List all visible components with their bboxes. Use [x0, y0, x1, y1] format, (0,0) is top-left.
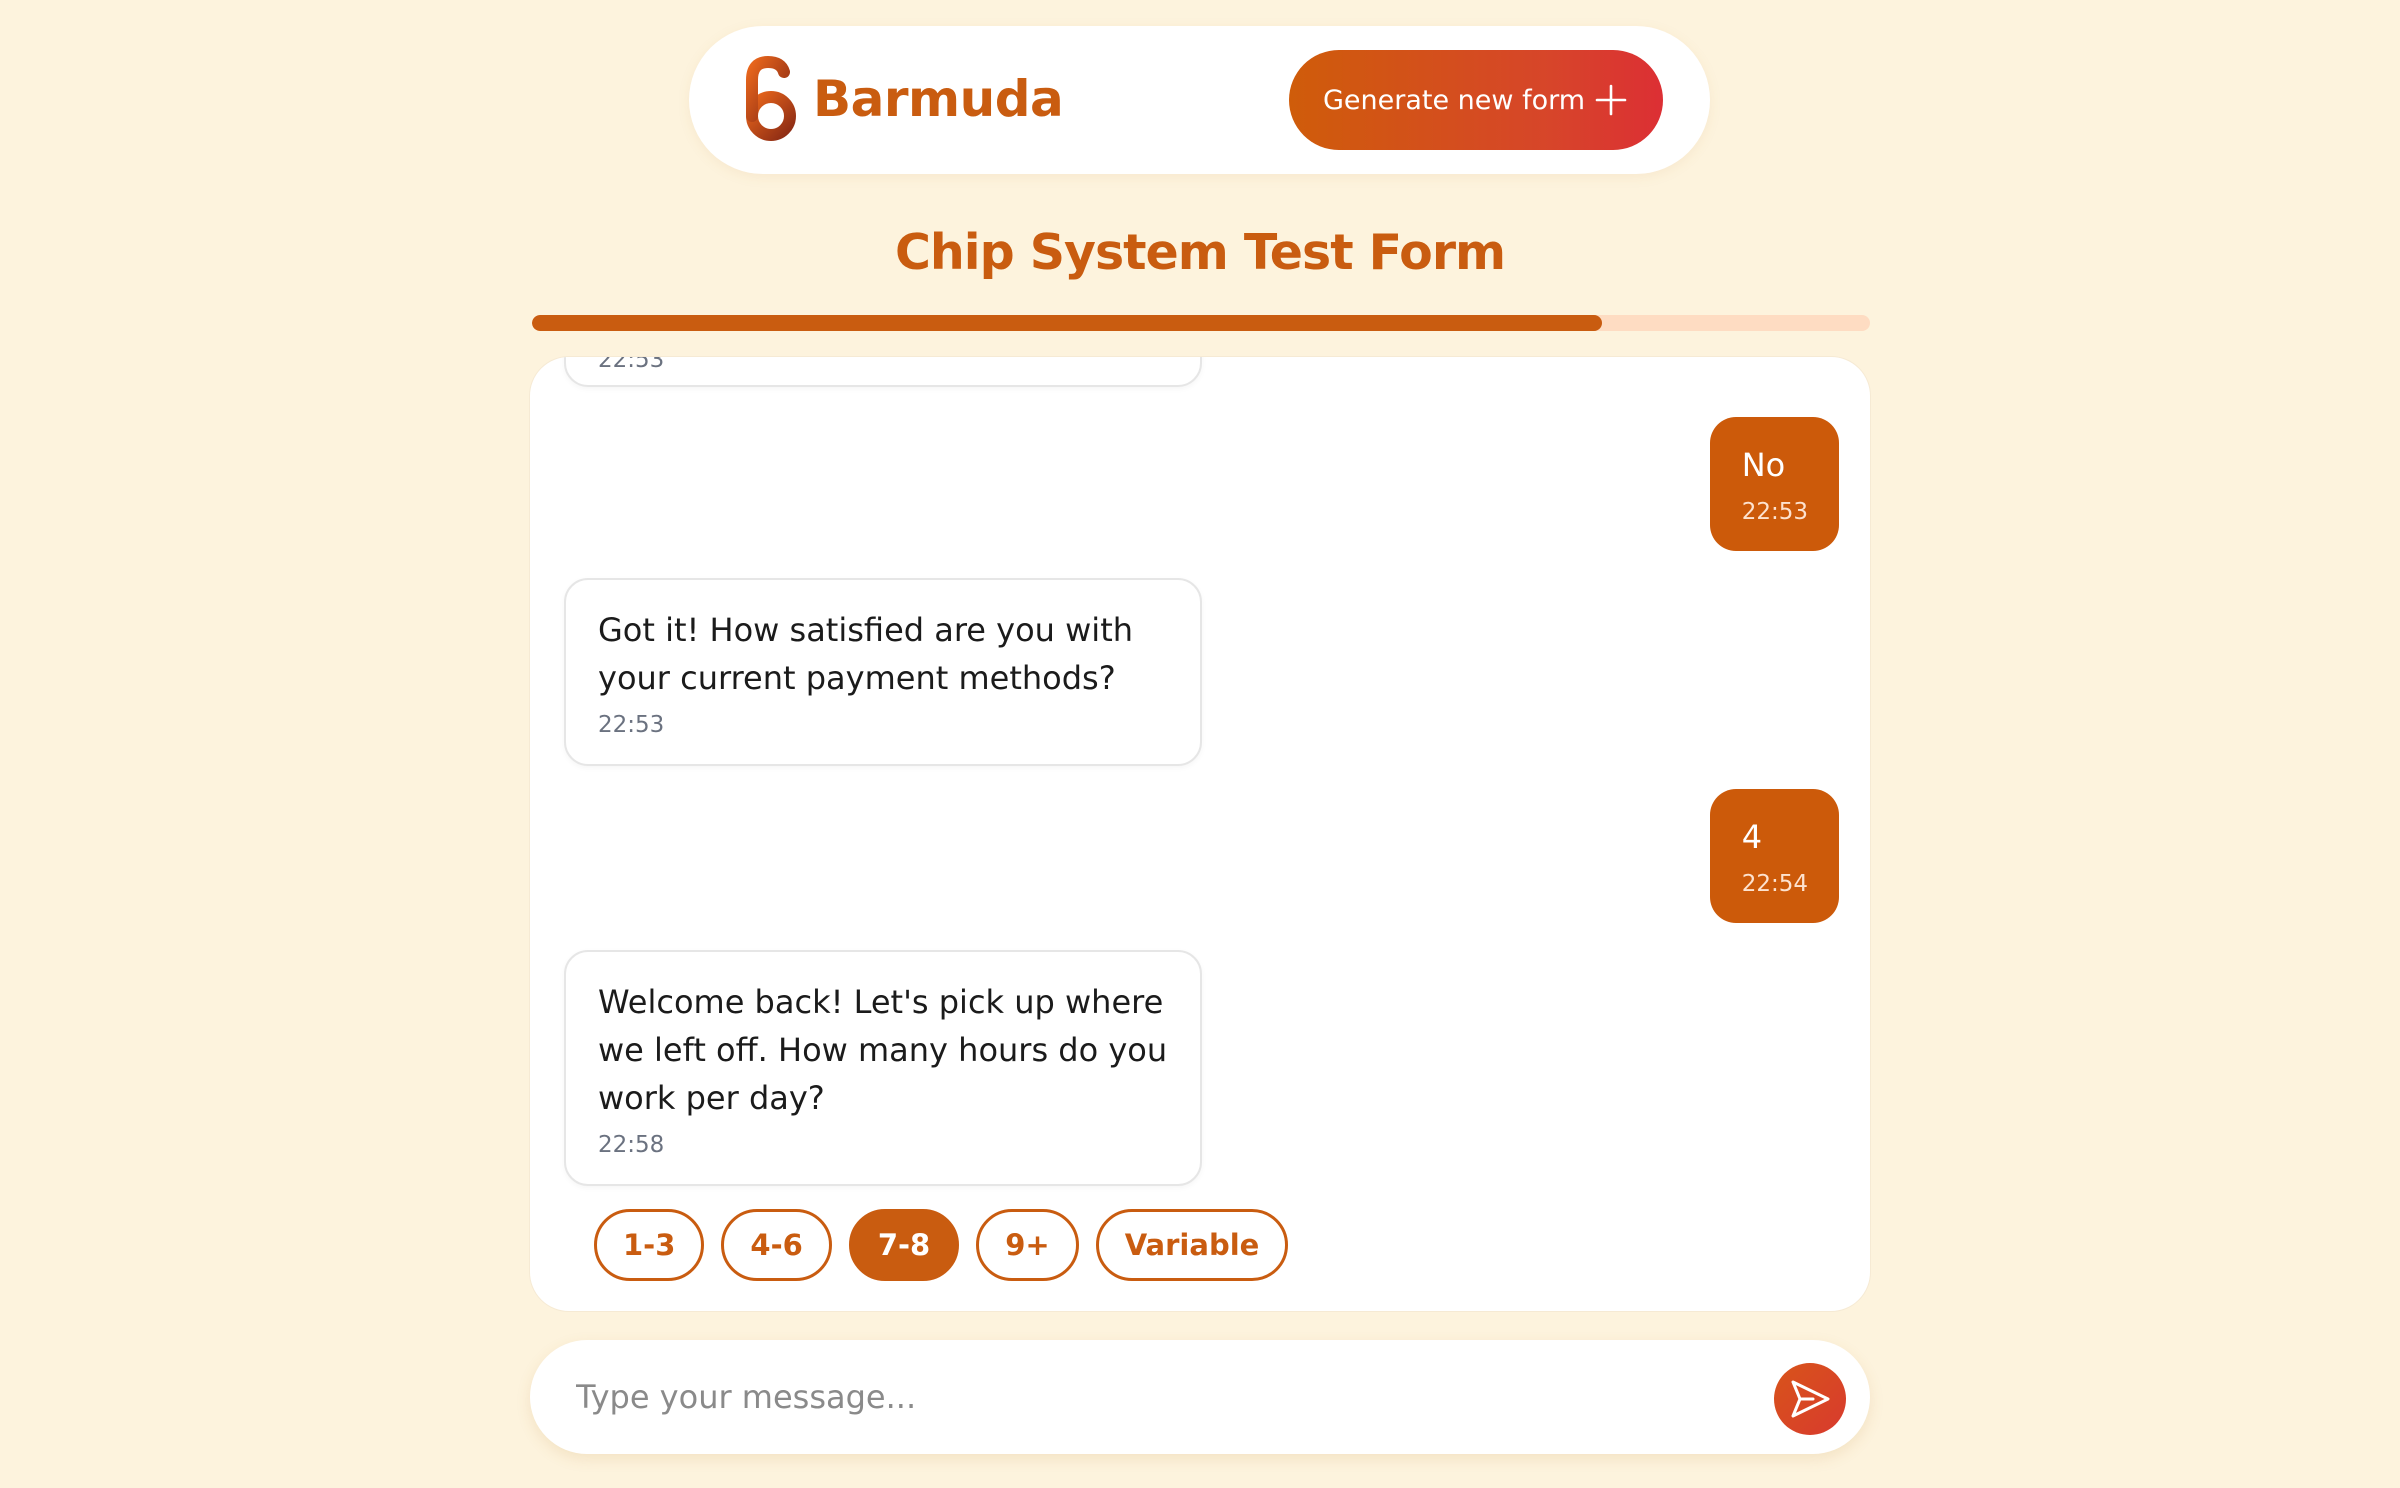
app-header: Barmuda Generate new form [689, 26, 1710, 174]
message-text: Welcome back! Let's pick up where we lef… [598, 983, 1168, 1117]
send-button[interactable] [1774, 1363, 1846, 1435]
quick-reply-chip[interactable]: 1-3 [594, 1209, 705, 1281]
message-text: No [1741, 446, 1786, 484]
message-input[interactable] [576, 1368, 1736, 1426]
message-text: 4 [1741, 818, 1763, 856]
bot-message: 22:53 [564, 356, 1202, 387]
message-time: 22:54 [1741, 871, 1808, 897]
form-title: Chip System Test Form [894, 224, 1506, 281]
form-progress-bar [532, 315, 1870, 331]
quick-reply-chip[interactable]: 7-8 [848, 1209, 960, 1281]
message-time: 22:53 [598, 712, 665, 738]
quick-reply-chip[interactable]: 4-6 [721, 1209, 832, 1281]
message-composer [530, 1340, 1870, 1454]
message-text: Got it! How satisfied are you with your … [598, 611, 1134, 697]
chat-panel[interactable]: 22:53 No 22:53 Got it! How satisfied are… [529, 356, 1871, 1312]
generate-new-form-button[interactable]: Generate new form [1289, 50, 1663, 150]
user-message: 4 22:54 [1709, 789, 1839, 923]
user-message: No 22:53 [1709, 417, 1839, 551]
plus-icon [1595, 84, 1627, 116]
quick-reply-chip[interactable]: Variable [1095, 1209, 1289, 1281]
message-time: 22:58 [598, 1132, 665, 1158]
form-progress-fill [532, 315, 1603, 331]
barmuda-logo-icon[interactable] [735, 54, 801, 144]
send-icon [1791, 1380, 1830, 1418]
message-time: 22:53 [598, 356, 665, 373]
generate-new-form-label: Generate new form [1323, 84, 1586, 116]
bot-message: Welcome back! Let's pick up where we lef… [564, 950, 1202, 1186]
quick-reply-chip[interactable]: 9+ [976, 1209, 1079, 1281]
bot-message: Got it! How satisfied are you with your … [564, 578, 1202, 766]
brand-name: Barmuda [813, 70, 1064, 128]
message-time: 22:53 [1741, 499, 1808, 525]
quick-reply-chips: 1-3 4-6 7-8 9+ Variable [594, 1209, 1289, 1281]
